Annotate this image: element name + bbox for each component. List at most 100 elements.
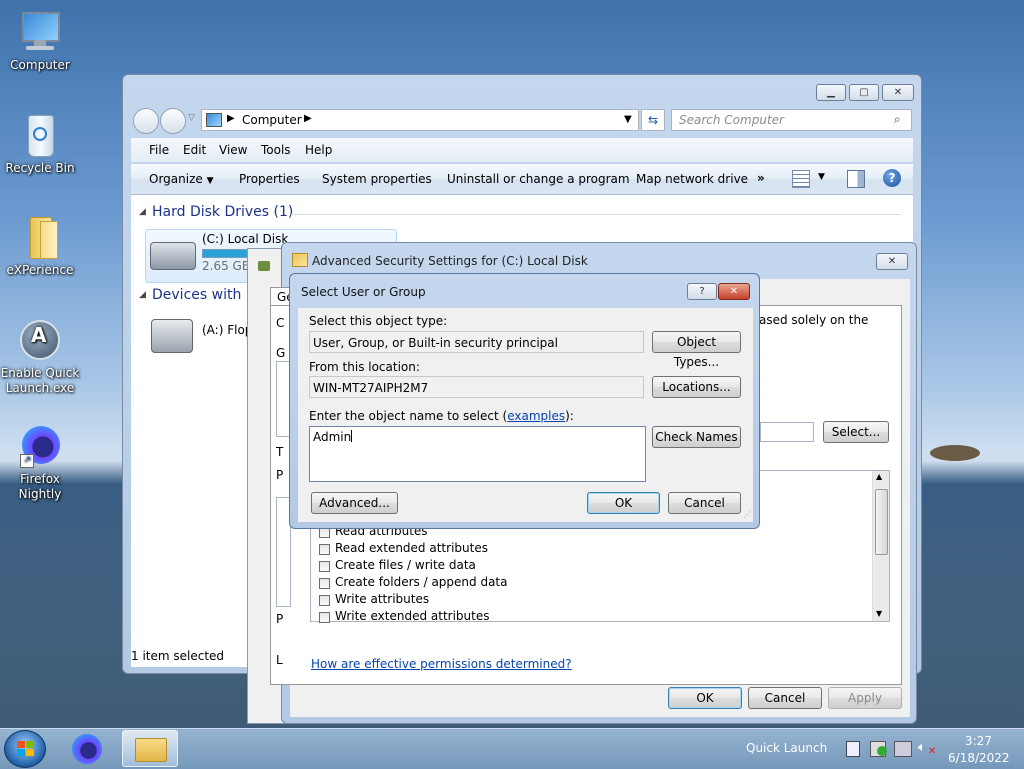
- permission-label: Read extended attributes: [335, 541, 488, 555]
- object-type-field: User, Group, or Built-in security princi…: [309, 331, 644, 353]
- desktop-icon-computer[interactable]: Computer: [0, 10, 80, 73]
- examples-link[interactable]: examples: [507, 409, 565, 423]
- desktop-icon-experience[interactable]: eXPerience: [0, 215, 80, 278]
- security-tray-icon[interactable]: [870, 741, 887, 757]
- ok-button[interactable]: OK: [668, 687, 742, 709]
- resize-grip-icon[interactable]: ⋰: [743, 510, 751, 519]
- description-text: ased solely on the: [759, 313, 869, 327]
- scrollbar-thumb[interactable]: [875, 489, 888, 555]
- group-collapse-icon[interactable]: ◢: [139, 207, 146, 217]
- firefox-nightly-taskbar-icon[interactable]: [72, 734, 102, 764]
- help-button[interactable]: ?: [687, 283, 717, 300]
- map-network-drive-button[interactable]: Map network drive: [636, 172, 748, 186]
- search-input[interactable]: Search Computer ⌕: [671, 109, 912, 131]
- more-commands-button[interactable]: »: [757, 171, 765, 185]
- object-name-label-suffix: ):: [565, 409, 574, 423]
- properties-button[interactable]: Properties: [239, 172, 300, 186]
- desktop-icon-enable-quick-launch[interactable]: A Enable Quick Launch.exe: [0, 318, 80, 396]
- menu-file[interactable]: File: [149, 143, 169, 157]
- folder-small-icon: [292, 253, 308, 267]
- minimize-button[interactable]: ▁: [816, 84, 846, 101]
- permission-checkbox[interactable]: [319, 561, 330, 572]
- dropdown-arrow-icon: ▼: [206, 176, 214, 186]
- object-name-text: Admin: [313, 430, 352, 444]
- permission-label: Write extended attributes: [335, 609, 490, 620]
- object-type-value: User, Group, or Built-in security princi…: [313, 336, 558, 350]
- desktop-icon-label: Computer: [10, 58, 70, 72]
- permission-checkbox[interactable]: [319, 612, 330, 623]
- clock-date[interactable]: 6/18/2022: [948, 751, 1010, 765]
- object-name-field[interactable]: [760, 422, 814, 442]
- permission-label: Create folders / append data: [335, 575, 508, 589]
- menu-view[interactable]: View: [219, 143, 247, 157]
- locations-button[interactable]: Locations...: [652, 376, 741, 398]
- maximize-button[interactable]: ▢: [849, 84, 879, 101]
- group-devices-removable[interactable]: Devices with R: [152, 287, 256, 303]
- cancel-button[interactable]: Cancel: [748, 687, 822, 709]
- object-types-button[interactable]: Object Types...: [652, 331, 741, 369]
- folder-icon: [135, 738, 167, 762]
- menu-tools[interactable]: Tools: [261, 143, 291, 157]
- clock-time[interactable]: 3:27: [965, 734, 992, 748]
- select-button[interactable]: Select...: [823, 421, 889, 443]
- change-view-icon[interactable]: [792, 170, 810, 188]
- address-dropdown-icon[interactable]: ▼: [624, 114, 632, 125]
- scroll-up-icon[interactable]: ▲: [876, 472, 882, 481]
- close-button[interactable]: ✕: [718, 283, 750, 300]
- desktop-icon-recycle-bin[interactable]: Recycle Bin: [0, 113, 80, 176]
- start-button[interactable]: [4, 730, 46, 768]
- view-dropdown-icon[interactable]: ▼: [818, 172, 825, 182]
- group-hard-disk-drives[interactable]: Hard Disk Drives (1): [152, 204, 293, 220]
- quick-launch-label[interactable]: Quick Launch: [746, 741, 827, 755]
- breadcrumb-arrow-icon[interactable]: ▶: [227, 113, 235, 124]
- permission-checkbox[interactable]: [319, 578, 330, 589]
- network-tray-icon[interactable]: [894, 741, 912, 757]
- status-bar: 1 item selected: [131, 645, 251, 667]
- breadcrumb-arrow-icon[interactable]: ▶: [304, 113, 312, 124]
- desktop-icon-label: Recycle Bin: [5, 161, 75, 175]
- ok-button[interactable]: OK: [587, 492, 660, 514]
- preview-pane-icon[interactable]: [847, 170, 865, 188]
- permission-checkbox[interactable]: [319, 544, 330, 555]
- back-button[interactable]: [133, 108, 159, 134]
- select-user-dialog[interactable]: Select User or Group ? ✕ Select this obj…: [289, 273, 760, 529]
- system-properties-button[interactable]: System properties: [322, 172, 432, 186]
- menu-edit[interactable]: Edit: [183, 143, 206, 157]
- breadcrumb-computer[interactable]: Computer: [242, 113, 302, 127]
- organize-button[interactable]: Organize ▼: [149, 172, 214, 186]
- desktop-icon-firefox-nightly[interactable]: ↗ Firefox Nightly: [0, 424, 80, 502]
- effective-permissions-link[interactable]: How are effective permissions determined…: [311, 657, 572, 671]
- computer-small-icon: [206, 113, 222, 127]
- refresh-icon[interactable]: ⇆: [641, 109, 665, 131]
- forward-button[interactable]: [160, 108, 186, 134]
- group-collapse-icon[interactable]: ◢: [139, 290, 146, 300]
- cancel-button[interactable]: Cancel: [668, 492, 741, 514]
- permission-checkbox[interactable]: [319, 595, 330, 606]
- drive-name: (C:) Local Disk: [202, 232, 289, 246]
- volume-muted-icon[interactable]: 🔈︎: [918, 740, 926, 755]
- scroll-down-icon[interactable]: ▼: [876, 609, 882, 618]
- address-bar[interactable]: ▶ Computer ▶ ▼: [201, 109, 639, 131]
- object-type-label: Select this object type:: [309, 314, 448, 328]
- object-name-input[interactable]: Admin: [309, 426, 646, 482]
- advanced-button[interactable]: Advanced...: [311, 492, 398, 514]
- menu-help[interactable]: Help: [305, 143, 332, 157]
- object-name-label-text: Enter the object name to select (: [309, 409, 508, 423]
- wallpaper-rocks: [930, 445, 980, 461]
- menu-bar: File Edit View Tools Help: [131, 138, 913, 162]
- help-icon[interactable]: ?: [883, 169, 901, 187]
- explorer-taskbar-button[interactable]: [122, 730, 178, 767]
- firefox-nightly-icon: ↗: [18, 424, 62, 468]
- group-divider: [291, 214, 901, 215]
- recent-pages-chevron-icon[interactable]: ▽: [188, 113, 195, 123]
- search-icon[interactable]: ⌕: [894, 112, 901, 127]
- scrollbar[interactable]: ▲ ▼: [872, 471, 889, 621]
- check-names-button[interactable]: Check Names: [652, 426, 741, 448]
- notepad-tray-icon[interactable]: [846, 741, 860, 757]
- uninstall-program-button[interactable]: Uninstall or change a program: [447, 172, 630, 186]
- close-button[interactable]: ✕: [876, 253, 908, 270]
- computer-icon: [18, 10, 62, 54]
- fragment-text: P: [276, 468, 284, 482]
- close-button[interactable]: ✕: [882, 84, 914, 101]
- apply-button[interactable]: Apply: [828, 687, 902, 709]
